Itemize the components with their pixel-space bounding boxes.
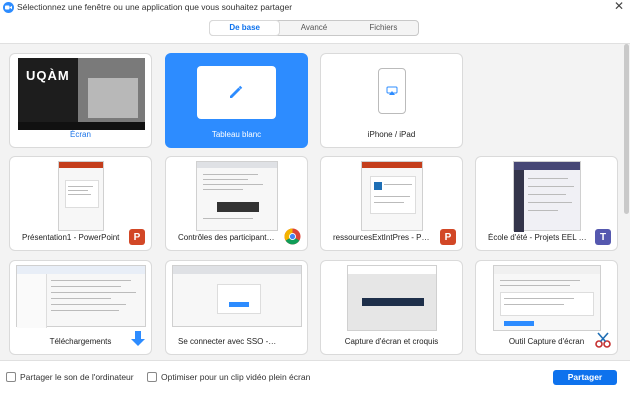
snipping-tool-icon — [595, 332, 611, 348]
window-thumbnail — [513, 161, 581, 232]
window-thumbnail — [58, 161, 104, 231]
window-downloads[interactable]: Téléchargements — [9, 260, 152, 355]
window-zoom-sso[interactable]: Se connecter avec SSO - Zoom - ... — [165, 260, 308, 355]
tab-basic[interactable]: De base — [210, 21, 280, 35]
grid-scrollbar[interactable] — [624, 44, 629, 214]
share-sound-label: Partager le son de l'ordinateur — [20, 372, 134, 382]
window-thumbnail — [196, 161, 278, 231]
window-label: Capture d'écran et croquis — [344, 337, 439, 346]
whiteboard-label: Tableau blanc — [211, 130, 262, 139]
tab-files[interactable]: Fichiers — [349, 21, 418, 35]
share-screen-card[interactable]: UQÀM Écran — [9, 53, 152, 148]
teams-icon: T — [595, 229, 611, 245]
window-powerpoint-ressources[interactable]: ressourcesExtIntPres - PowerPoint P — [320, 156, 463, 251]
whiteboard-card[interactable]: Tableau blanc — [165, 53, 308, 148]
window-powerpoint-presentation1[interactable]: Présentation1 - PowerPoint P — [9, 156, 152, 251]
close-icon[interactable]: ✕ — [614, 0, 624, 12]
window-thumbnail — [16, 265, 146, 328]
share-sound-checkbox[interactable] — [6, 372, 16, 382]
window-thumbnail — [172, 265, 302, 327]
share-tabs: De base Avancé Fichiers — [209, 20, 419, 36]
zoom-app-icon — [3, 2, 14, 13]
window-thumbnail — [347, 265, 437, 331]
powerpoint-icon: P — [440, 229, 456, 245]
airplay-icon — [386, 86, 398, 95]
optimize-video-checkbox[interactable] — [147, 372, 157, 382]
window-label: Se connecter avec SSO - Zoom - ... — [178, 337, 305, 346]
window-snipping-tool[interactable]: Outil Capture d'écran — [475, 260, 618, 355]
whiteboard-thumbnail — [197, 66, 276, 119]
powerpoint-icon: P — [129, 229, 145, 245]
iphone-ipad-label: iPhone / iPad — [367, 130, 416, 139]
chrome-icon — [284, 228, 301, 245]
window-chrome-participants[interactable]: Contrôles des participants penda... — [165, 156, 308, 251]
tab-advanced[interactable]: Avancé — [279, 21, 348, 35]
optimize-video-label: Optimiser pour un clip vidéo plein écran — [161, 372, 311, 382]
window-title: Sélectionnez une fenêtre ou une applicat… — [17, 2, 293, 12]
screen-thumbnail: UQÀM — [18, 58, 145, 130]
window-thumbnail — [361, 161, 423, 231]
window-thumbnail — [493, 265, 601, 331]
title-bar: Sélectionnez une fenêtre ou une applicat… — [0, 0, 630, 14]
pencil-icon — [230, 85, 243, 98]
bottom-bar: Partager le son de l'ordinateur Optimise… — [0, 362, 630, 393]
uqam-logo: UQÀM — [26, 68, 70, 83]
window-snip-sketch[interactable]: Capture d'écran et croquis — [320, 260, 463, 355]
window-teams-ecole-ete[interactable]: École d'été - Projets EEL UQAM |... T — [475, 156, 618, 251]
share-screen-label: Écran — [70, 130, 91, 139]
iphone-ipad-card[interactable]: iPhone / iPad — [320, 53, 463, 148]
download-arrow-icon — [131, 331, 145, 346]
share-button[interactable]: Partager — [553, 370, 617, 385]
phone-icon — [378, 68, 406, 114]
window-label: Téléchargements — [49, 337, 112, 346]
